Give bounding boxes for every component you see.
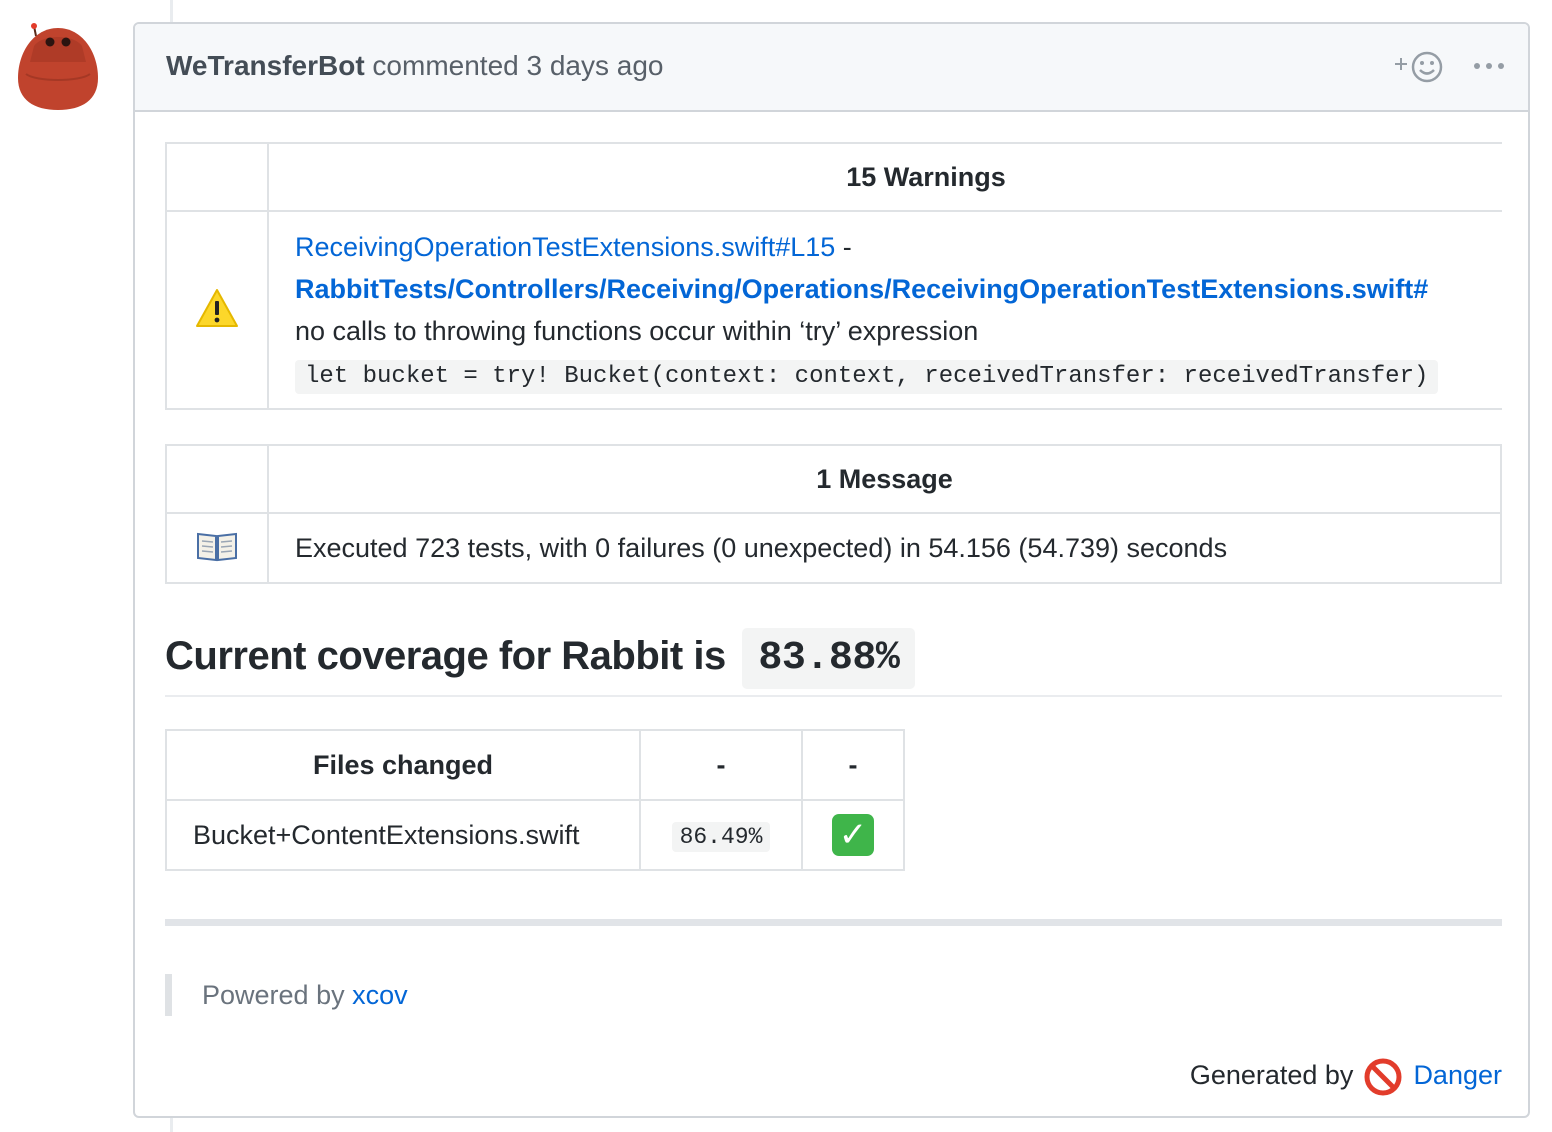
comment-header: WeTransferBot commented 3 days ago [135, 24, 1528, 112]
messages-header-icon-cell [165, 444, 269, 514]
warnings-header-icon-cell [165, 142, 269, 212]
messages-header-row: 1 Message [165, 444, 1502, 514]
message-row: Executed 723 tests, with 0 failures (0 u… [165, 512, 1502, 584]
table-row: Bucket+ContentExtensions.swift 86.49% ✓ [165, 799, 905, 871]
files-header-name: Files changed [165, 729, 641, 801]
coverage-value: 83.88% [742, 628, 916, 689]
file-coverage-value: 86.49% [671, 821, 771, 852]
warning-file-line: ReceivingOperationTestExtensions.swift#L… [295, 226, 1502, 268]
warning-icon [196, 288, 238, 327]
warning-code: let bucket = try! Bucket(context: contex… [295, 360, 1439, 394]
bot-avatar[interactable] [16, 22, 100, 114]
comment-meta: WeTransferBot commented 3 days ago [166, 50, 664, 82]
warning-row: ReceivingOperationTestExtensions.swift#L… [165, 210, 1502, 410]
comment-time[interactable]: 3 days ago [527, 50, 664, 81]
divider [165, 919, 1502, 926]
more-options-button[interactable] [1473, 56, 1505, 76]
messages-title: 1 Message [267, 444, 1502, 514]
comment-action: commented [372, 50, 519, 81]
warning-icon-cell [165, 210, 269, 410]
add-reaction-button[interactable] [1393, 48, 1443, 88]
comment-box: WeTransferBot commented 3 days ago 15 Wa… [133, 22, 1530, 1118]
xcov-link[interactable]: xcov [352, 980, 408, 1010]
kebab-horizontal-icon [1474, 63, 1504, 69]
warnings-table: 15 Warnings ReceivingOperationTestExtens… [165, 142, 1502, 410]
coverage-label: Current coverage for Rabbit is [165, 634, 726, 679]
warning-separator: - [835, 232, 852, 262]
files-header-col3: - [801, 729, 905, 801]
message-text: Executed 723 tests, with 0 failures (0 u… [267, 512, 1502, 584]
generated-by: Generated by Danger [165, 1054, 1502, 1097]
smiley-add-icon [1395, 51, 1443, 83]
warning-path-line: RabbitTests/Controllers/Receiving/Operat… [295, 268, 1502, 310]
file-status-cell: ✓ [801, 799, 905, 871]
message-icon-cell [165, 512, 269, 584]
author-name[interactable]: WeTransferBot [166, 50, 365, 81]
files-header-col2: - [639, 729, 803, 801]
warnings-title: 15 Warnings [267, 142, 1502, 212]
powered-by-quote: Powered by xcov [165, 974, 1502, 1016]
check-mark-icon: ✓ [832, 814, 874, 856]
avatar-image [18, 23, 98, 110]
comment-body: 15 Warnings ReceivingOperationTestExtens… [165, 142, 1502, 1097]
warning-content: ReceivingOperationTestExtensions.swift#L… [267, 210, 1502, 410]
warnings-wrapper: 15 Warnings ReceivingOperationTestExtens… [165, 142, 1502, 410]
file-coverage-cell: 86.49% [639, 799, 803, 871]
file-name: Bucket+ContentExtensions.swift [165, 799, 641, 871]
danger-link[interactable]: Danger [1413, 1060, 1502, 1090]
messages-table: 1 Message Executed 723 tests, with 0 fai… [165, 444, 1502, 584]
no-entry-icon [1364, 1058, 1402, 1096]
warning-message: no calls to throwing functions occur wit… [295, 316, 979, 346]
book-icon [197, 532, 237, 561]
coverage-heading: Current coverage for Rabbit is 83.88% [165, 628, 1502, 697]
files-header-row: Files changed - - [165, 729, 905, 801]
warning-file-link[interactable]: ReceivingOperationTestExtensions.swift#L… [295, 232, 835, 262]
warnings-header-row: 15 Warnings [165, 142, 1502, 212]
warning-path-link[interactable]: RabbitTests/Controllers/Receiving/Operat… [295, 274, 1428, 304]
powered-by-label: Powered by [202, 980, 345, 1010]
generated-by-label: Generated by [1189, 1060, 1354, 1090]
files-changed-table: Files changed - - Bucket+ContentExtensio… [165, 729, 905, 871]
